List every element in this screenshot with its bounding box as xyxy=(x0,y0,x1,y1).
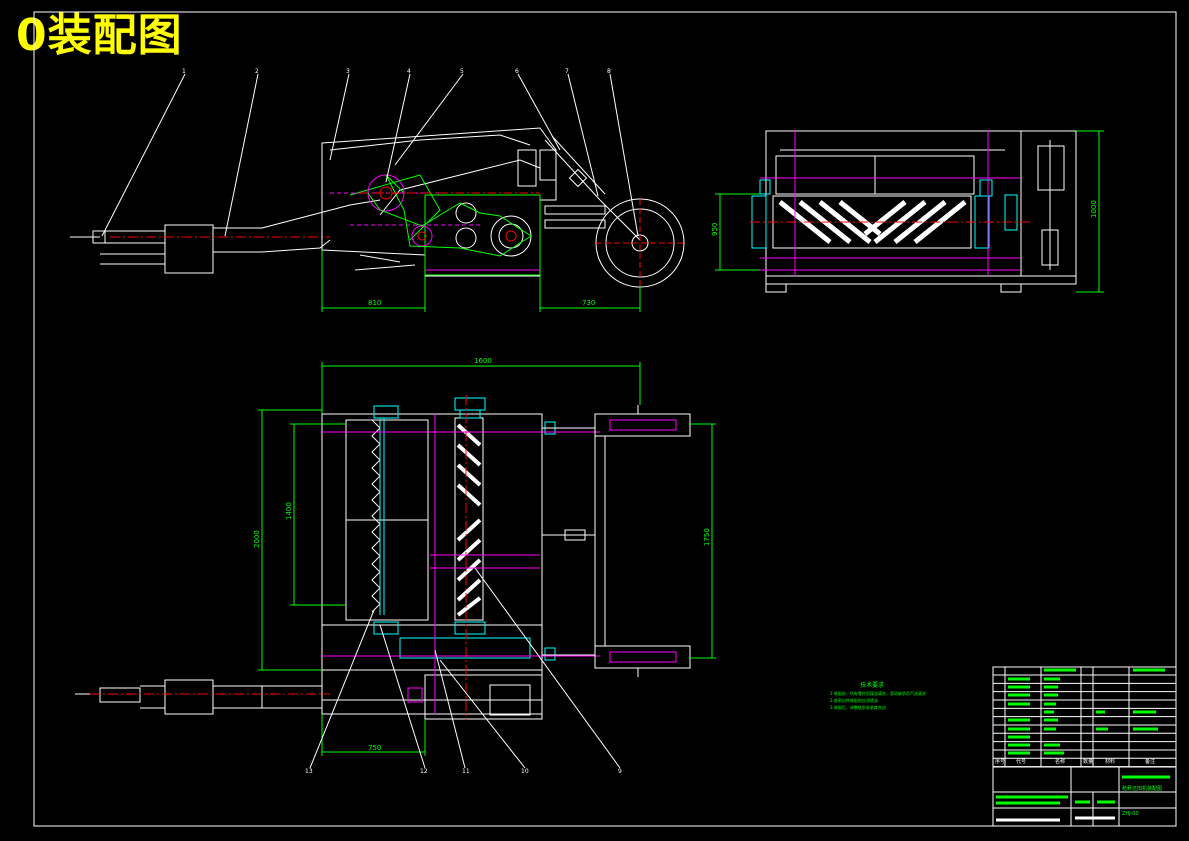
balloon-4: 4 xyxy=(407,68,411,75)
dim-front-left: 810 xyxy=(368,299,381,307)
note-1: 1.装配前，所有零件用煤油清洗，滚动轴承用汽油清洗 xyxy=(830,690,926,696)
balloon-8: 8 xyxy=(607,68,611,75)
header-material: 材料 xyxy=(1105,758,1115,765)
pulley-small xyxy=(411,225,433,247)
header-code: 代号 xyxy=(1016,758,1026,765)
header-remark: 备注 xyxy=(1145,758,1155,765)
front-view: 1 2 3 4 5 6 7 8 810 730 xyxy=(70,68,685,312)
dim-plan-top: 1600 xyxy=(474,357,492,365)
balloon-10: 10 xyxy=(521,768,529,775)
top-balloons xyxy=(101,73,639,237)
dim-plan-right: 1750 xyxy=(703,528,711,546)
header-qty: 数量 xyxy=(1083,758,1093,765)
title-block-fill xyxy=(996,775,1170,822)
title-block-text: 秸秆还田机装配图 ZHJ-00 xyxy=(1122,785,1162,817)
parts-list-contents xyxy=(1008,668,1165,755)
header-name: 名称 xyxy=(1055,758,1065,765)
assembly-drawing: 1 2 3 4 5 6 7 8 810 730 950 1000 1600 20… xyxy=(33,11,1177,827)
balloon-6: 6 xyxy=(515,68,519,75)
balloon-9: 9 xyxy=(618,768,622,775)
tech-notes: 技术要求 1.装配前，所有零件用煤油清洗，滚动轴承用汽油清洗 2.各密封件装配前… xyxy=(830,681,926,710)
dim-side-left: 950 xyxy=(711,223,719,236)
balloon-13: 13 xyxy=(305,768,313,775)
dim-plan-left-outer: 2000 xyxy=(253,530,261,548)
dim-plan-bottom: 750 xyxy=(368,744,381,752)
dim-side-right: 1000 xyxy=(1090,200,1098,218)
notes-heading: 技术要求 xyxy=(860,681,884,689)
note-3: 3.装配后，调整链条张紧度合适 xyxy=(830,704,886,710)
plan-view: 1600 2000 1400 1750 750 13 12 11 10 9 xyxy=(75,357,716,775)
dim-plan-left-inner: 1400 xyxy=(285,502,293,520)
balloon-1: 1 xyxy=(182,68,186,75)
dim-front-right: 730 xyxy=(582,299,595,307)
balloon-5: 5 xyxy=(460,68,464,75)
drawing-number: ZHJ-00 xyxy=(1122,811,1139,817)
balloon-11: 11 xyxy=(462,768,470,775)
pulley-drive xyxy=(490,215,532,257)
balloon-7: 7 xyxy=(565,68,569,75)
project-name: 秸秆还田机装配图 xyxy=(1122,785,1162,792)
parts-headers: 序号 代号 名称 数量 材料 备注 xyxy=(995,758,1155,765)
note-2: 2.各密封件装配前应浸透油 xyxy=(830,697,878,703)
balloon-2: 2 xyxy=(255,68,259,75)
header-no: 序号 xyxy=(995,758,1005,765)
balloon-3: 3 xyxy=(346,68,350,75)
serrated-blade xyxy=(371,419,381,613)
top-balloon-labels: 1 2 3 4 5 6 7 8 xyxy=(182,68,611,75)
side-view: 950 1000 xyxy=(711,130,1104,293)
balloon-12: 12 xyxy=(420,768,428,775)
